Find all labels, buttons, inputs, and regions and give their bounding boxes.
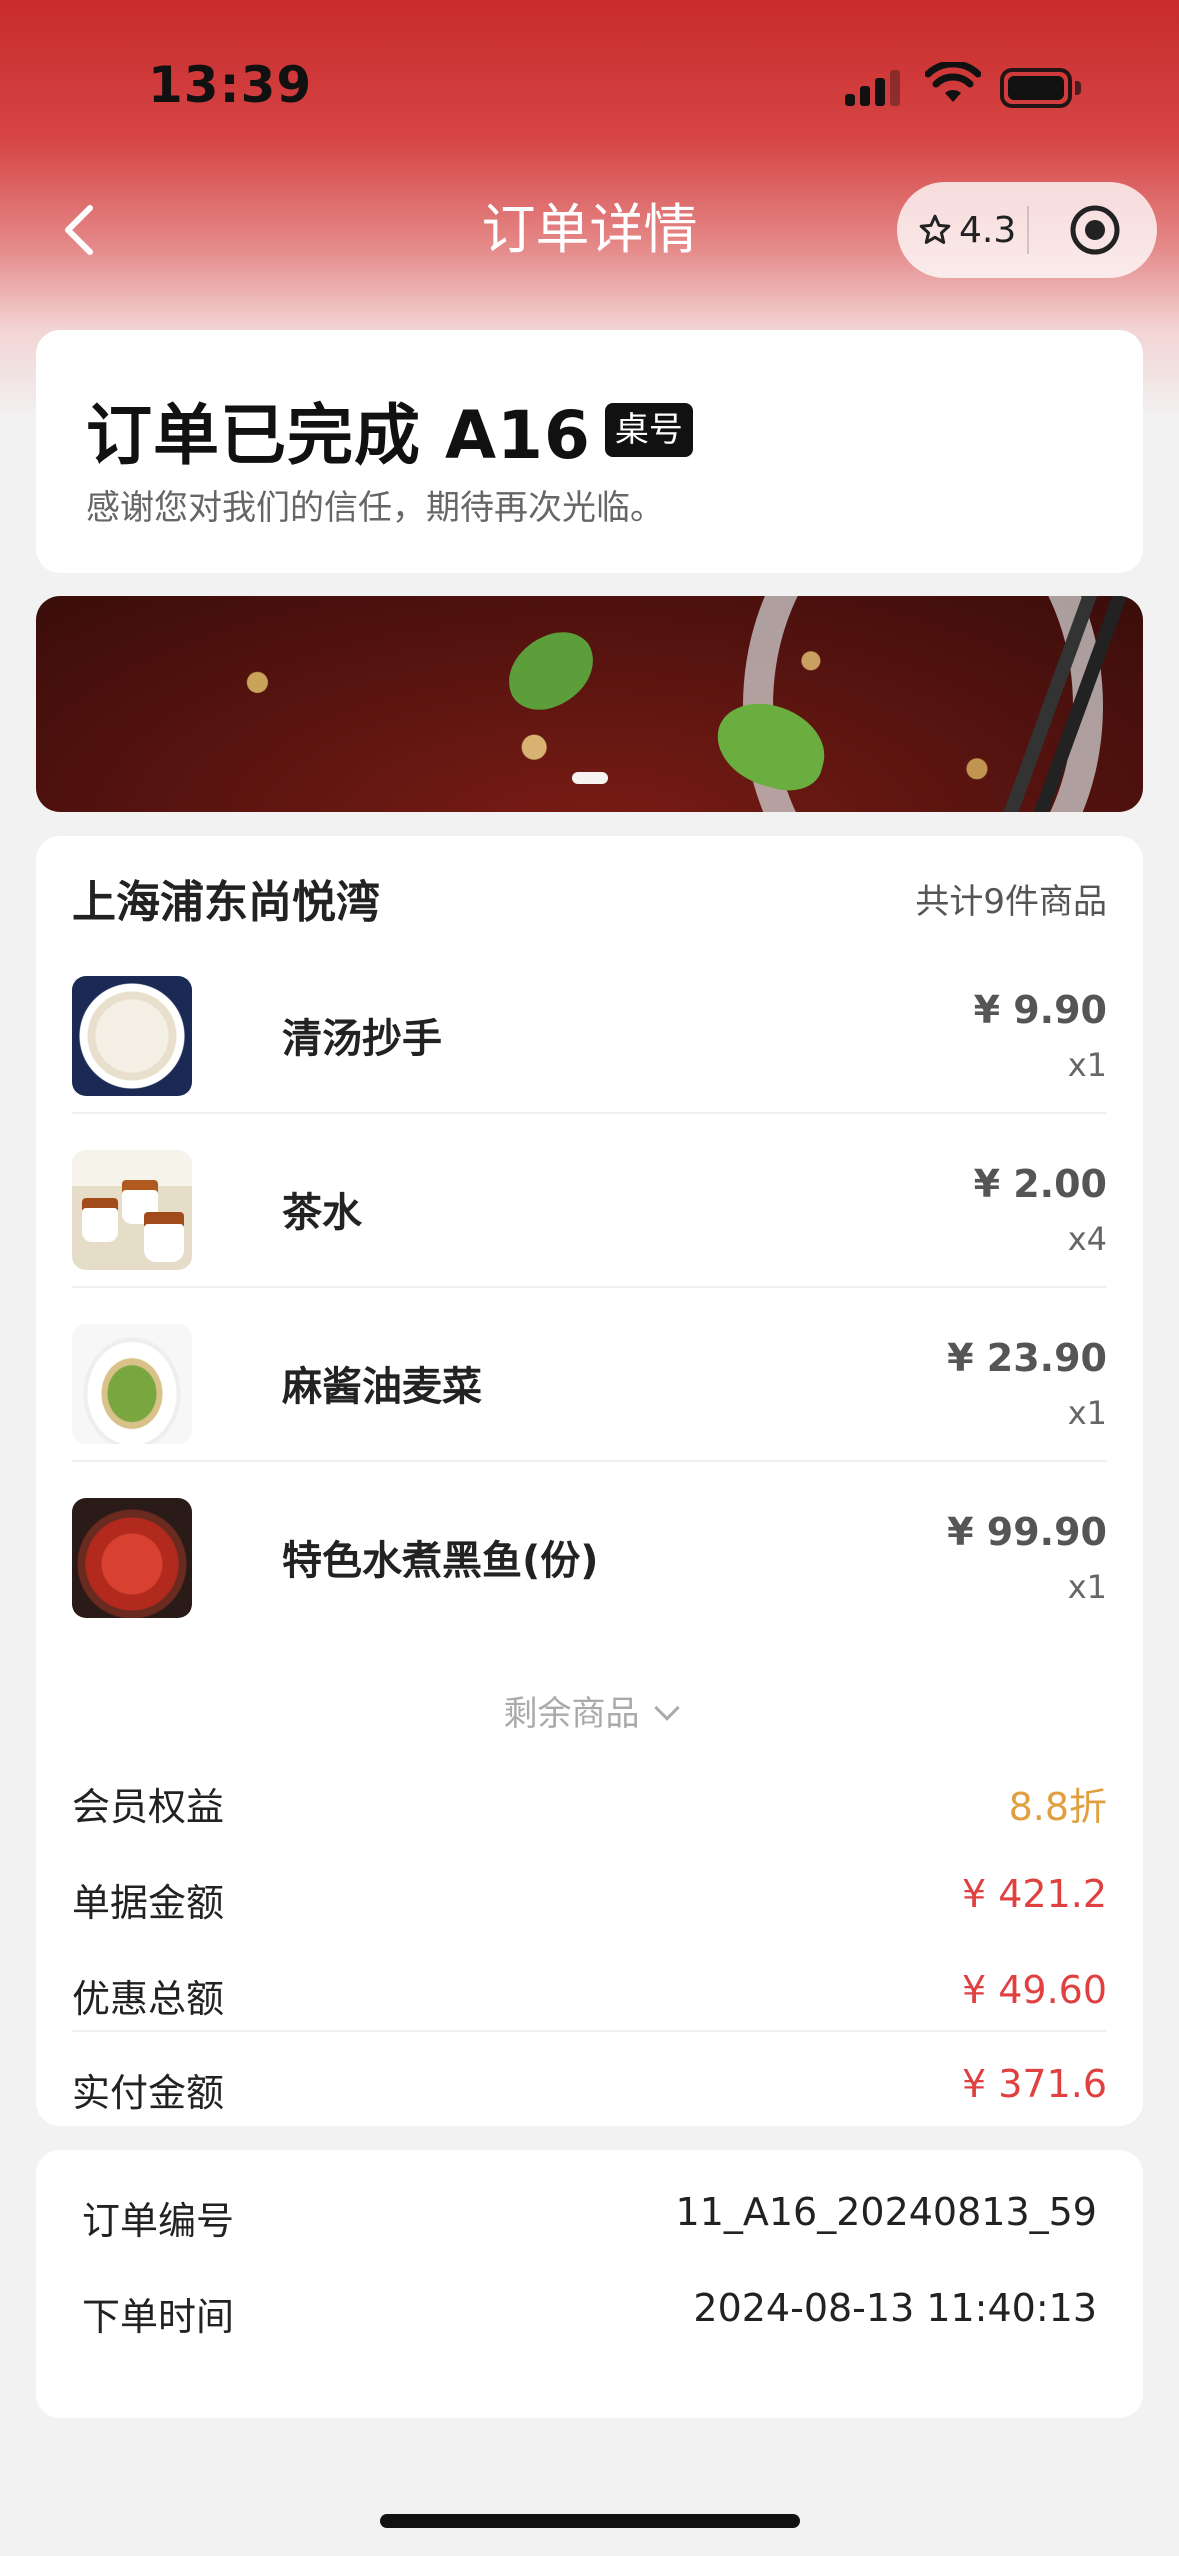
rating-value: 4.3 [959,209,1017,251]
nav-bar: 订单详情 4.3 [0,170,1179,290]
list-item: 麻酱油麦菜 ¥ 23.90 x1 [72,1288,1107,1462]
total-discount-value: ¥ 49.60 [961,1968,1107,2012]
carousel-indicator [36,772,1143,784]
summary-row: 实付金额 ¥ 371.6 [72,2030,1107,2126]
home-indicator[interactable] [380,2514,800,2528]
dish-image [72,976,192,1096]
star-icon [919,214,951,244]
item-quantity: x4 [1067,1220,1107,1258]
bill-amount-value: ¥ 421.2 [961,1872,1107,1916]
list-item: 特色水煮黑鱼(份) ¥ 99.90 x1 [72,1462,1107,1636]
item-price: ¥ 23.90 [947,1336,1107,1380]
order-time-label: 下单时间 [82,2295,235,2339]
item-price: ¥ 9.90 [973,988,1107,1032]
item-name: 特色水煮黑鱼(份) [282,1538,599,1584]
item-price: ¥ 2.00 [973,1162,1107,1206]
order-number-label: 订单编号 [82,2199,235,2243]
summary-label: 会员权益 [72,1785,225,1829]
summary-label: 单据金额 [72,1881,225,1925]
order-status-card: 订单已完成 A16 桌号 感谢您对我们的信任，期待再次光临。 [36,330,1143,573]
item-quantity: x1 [1067,1568,1107,1606]
item-name: 茶水 [282,1190,362,1236]
shop-name: 上海浦东尚悦湾 [72,877,380,928]
dish-image [72,1498,192,1618]
battery-icon [1000,68,1081,108]
list-item: 茶水 ¥ 2.00 x4 [72,1114,1107,1288]
rating-button[interactable]: 4.3 [917,182,1016,278]
close-target-icon[interactable] [1067,202,1123,258]
order-info-card: 订单编号 11_A16_20240813_59 下单时间 2024-08-13 … [36,2150,1143,2418]
table-number-badge: 桌号 [604,403,693,457]
list-item: 清汤抄手 ¥ 9.90 x1 [72,940,1107,1114]
item-name: 清汤抄手 [282,1016,442,1062]
chevron-down-icon [653,1695,680,1721]
order-status-heading: 订单已完成 A16 桌号 [86,382,693,478]
item-quantity: x1 [1067,1394,1107,1432]
status-time: 13:39 [148,56,313,114]
item-price: ¥ 99.90 [947,1510,1107,1554]
dish-image [72,1324,192,1444]
summary-label: 优惠总额 [72,1977,225,2021]
cellular-signal-icon [845,70,905,106]
status-bar: 13:39 [0,0,1179,160]
capsule-divider [1027,206,1029,254]
cilantro-leaf-decoration [496,622,606,720]
order-items-card: 上海浦东尚悦湾 共计9件商品 清汤抄手 ¥ 9.90 x1 茶水 ¥ 2.00 … [36,836,1143,2126]
summary-label: 实付金额 [72,2071,225,2115]
order-number-value: 11_A16_20240813_59 [675,2190,1097,2234]
show-more-items[interactable]: 剩余商品 [36,1686,1143,1735]
order-status-text: 订单已完成 A16 [86,397,591,474]
summary-row: 优惠总额 ¥ 49.60 [72,1946,1107,2042]
member-discount-value: 8.8折 [1008,1785,1107,1829]
promo-banner-carousel[interactable] [36,596,1143,812]
item-name: 麻酱油麦菜 [282,1364,482,1410]
order-status-subtitle: 感谢您对我们的信任，期待再次光临。 [86,488,664,528]
summary-row: 会员权益 8.8折 [72,1754,1107,1850]
item-count: 共计9件商品 [915,882,1107,922]
summary-row: 单据金额 ¥ 421.2 [72,1850,1107,1946]
paid-amount-value: ¥ 371.6 [961,2062,1107,2106]
show-more-label: 剩余商品 [503,1694,640,1734]
dish-image [72,1150,192,1270]
mini-program-capsule: 4.3 [897,182,1157,278]
item-quantity: x1 [1067,1046,1107,1084]
wifi-icon [925,62,981,102]
order-time-value: 2024-08-13 11:40:13 [693,2286,1097,2330]
